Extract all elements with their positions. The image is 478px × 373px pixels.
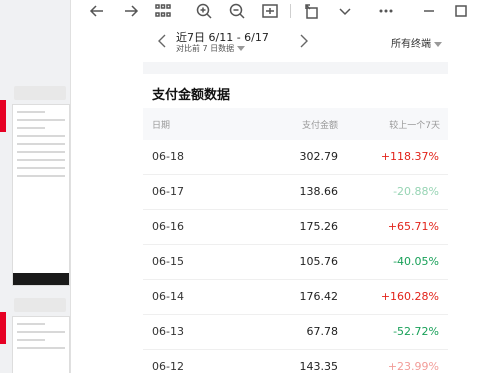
row-change: +118.37% [380, 150, 439, 163]
row-amount: 67.78 [306, 325, 339, 338]
thumbnail-page-2[interactable] [12, 316, 70, 373]
date-range-bar: 近7日 6/11 - 6/17 对比前 7 日数据 所有终端 [143, 22, 448, 62]
forward-icon[interactable] [121, 1, 141, 21]
row-date: 06-14 [152, 290, 184, 303]
table-body: 06-18 302.79 +118.37% 06-17 138.66 -20.8… [143, 140, 448, 373]
row-change: +160.28% [380, 290, 439, 303]
row-date: 06-17 [152, 185, 184, 198]
section-title: 支付金额数据 [152, 88, 231, 103]
row-date: 06-12 [152, 360, 184, 373]
table-row: 06-17 138.66 -20.88% [143, 175, 448, 210]
compare-label[interactable]: 对比前 7 日数据 [176, 43, 246, 54]
table-row: 06-18 302.79 +118.37% [143, 140, 448, 175]
previous-range-icon[interactable] [155, 33, 169, 49]
thumbnail-page-1[interactable] [12, 104, 70, 286]
chevron-down-icon[interactable] [335, 1, 355, 21]
table-row: 06-14 176.42 +160.28% [143, 280, 448, 315]
table-row: 06-13 67.78 -52.72% [143, 315, 448, 350]
thumbnail-label-blur-2 [14, 298, 66, 312]
thumbnail-label-blur [14, 86, 66, 100]
row-date: 06-16 [152, 220, 184, 233]
zoom-out-icon[interactable] [227, 1, 247, 21]
row-amount: 138.66 [299, 185, 339, 198]
section-divider [143, 62, 448, 74]
row-date: 06-15 [152, 255, 184, 268]
row-change: -52.72% [393, 325, 439, 338]
thumbnail-selection-marker [0, 100, 6, 132]
caret-down-icon [237, 46, 246, 51]
grid-icon[interactable] [153, 1, 173, 21]
row-amount: 175.26 [299, 220, 339, 233]
document-page: 近7日 6/11 - 6/17 对比前 7 日数据 所有终端 支付金额数据 日期… [143, 22, 448, 373]
toolbar-divider [290, 4, 291, 18]
row-change: -20.88% [393, 185, 439, 198]
row-amount: 105.76 [299, 255, 339, 268]
more-icon[interactable] [376, 1, 396, 21]
row-change: +23.99% [387, 360, 439, 373]
minimize-icon[interactable] [419, 1, 439, 21]
thumbnail-strip [0, 0, 71, 373]
back-icon[interactable] [87, 1, 107, 21]
header-change: 较上一个7天 [389, 121, 440, 131]
row-amount: 176.42 [299, 290, 339, 303]
table-row: 06-15 105.76 -40.05% [143, 245, 448, 280]
table-row: 06-12 143.35 +23.99% [143, 350, 448, 373]
zoom-in-icon[interactable] [194, 1, 214, 21]
row-amount: 143.35 [299, 360, 339, 373]
caret-down-icon [434, 41, 442, 47]
table-header: 日期 支付金额 较上一个7天 [143, 108, 448, 140]
header-amount: 支付金额 [301, 121, 338, 131]
table-row: 06-16 175.26 +65.71% [143, 210, 448, 245]
rotate-icon[interactable] [302, 1, 322, 21]
maximize-icon[interactable] [451, 1, 471, 21]
terminal-filter[interactable]: 所有终端 [391, 35, 442, 50]
row-date: 06-13 [152, 325, 184, 338]
row-amount: 302.79 [299, 150, 339, 163]
viewer-toolbar [71, 0, 478, 22]
row-change: -40.05% [393, 255, 439, 268]
thumbnail-selection-marker-2 [0, 312, 6, 344]
header-date: 日期 [152, 121, 171, 131]
row-change: +65.71% [387, 220, 439, 233]
next-range-icon[interactable] [297, 33, 311, 49]
row-date: 06-18 [152, 150, 184, 163]
fit-width-icon[interactable] [260, 1, 280, 21]
